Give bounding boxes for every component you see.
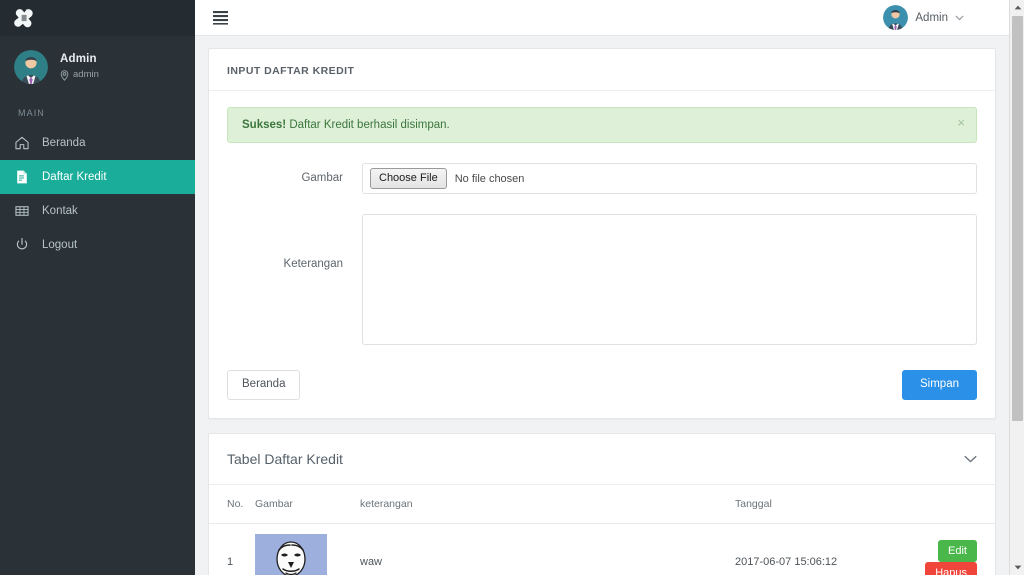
table-grid-icon — [15, 206, 29, 216]
table-row: 1 waw 2017-06-07 15:06:12 Edit Hapus — [209, 523, 995, 575]
sidebar-item-logout[interactable]: Logout — [0, 228, 195, 262]
page-title: INPUT DAFTAR KREDIT — [209, 49, 995, 91]
choose-file-button[interactable]: Choose File — [370, 168, 447, 189]
alert-strong-text: Sukses! — [242, 119, 287, 131]
main-content: INPUT DAFTAR KREDIT Sukses! Daftar Kredi… — [195, 36, 1009, 575]
success-alert: Sukses! Daftar Kredit berhasil disimpan.… — [227, 107, 977, 143]
alert-message: Daftar Kredit berhasil disimpan. — [289, 119, 450, 131]
menu-toggle-button[interactable] — [195, 10, 244, 25]
table-header-row: No. Gambar keterangan Tanggal — [209, 484, 995, 524]
form-actions: Beranda Simpan — [227, 370, 977, 400]
page-scrollbar[interactable] — [1009, 0, 1024, 575]
scroll-up-button[interactable] — [1010, 0, 1024, 15]
chevron-down-icon — [955, 15, 964, 20]
cell-tanggal: 2017-06-07 15:06:12 — [735, 523, 885, 575]
sidebar-profile[interactable]: Admin admin — [0, 36, 195, 98]
file-document-icon — [17, 170, 27, 184]
hamburger-icon — [213, 10, 228, 25]
scrollbar-thumb[interactable] — [1012, 16, 1023, 421]
s-logo-icon — [14, 9, 33, 28]
home-icon — [15, 136, 29, 150]
field-label-keterangan: Keterangan — [283, 258, 343, 270]
scroll-down-button[interactable] — [1010, 560, 1024, 575]
cell-gambar — [255, 523, 360, 575]
power-icon — [16, 238, 28, 250]
cell-no: 1 — [209, 523, 255, 575]
form-row-gambar: Gambar Choose File No file chosen — [227, 163, 977, 194]
sidebar-item-beranda[interactable]: Beranda — [0, 126, 195, 160]
sidebar-nav-heading: MAIN — [18, 108, 45, 118]
topbar-user-name: Admin — [915, 11, 948, 24]
column-header-gambar: Gambar — [255, 484, 360, 524]
sidebar-item-label: Kontak — [42, 205, 78, 217]
column-header-tanggal: Tanggal — [735, 484, 885, 524]
sidebar-item-kontak[interactable]: Kontak — [0, 194, 195, 228]
sidebar-item-daftar-kredit[interactable]: Daftar Kredit — [0, 160, 195, 194]
gambar-file-input[interactable]: Choose File No file chosen — [362, 163, 977, 194]
location-pin-icon — [60, 69, 69, 81]
table-panel: Tabel Daftar Kredit No. Gambar keteranga… — [208, 432, 996, 575]
daftar-kredit-table: No. Gambar keterangan Tanggal 1 waw 2017… — [209, 484, 995, 575]
topbar-user-menu[interactable]: Admin — [883, 5, 1009, 30]
table-collapse-button[interactable] — [964, 455, 977, 463]
input-form-panel: INPUT DAFTAR KREDIT Sukses! Daftar Kredi… — [208, 48, 996, 419]
sidebar-item-label: Logout — [42, 239, 78, 251]
sidebar-brand[interactable] — [0, 0, 195, 36]
user-avatar — [883, 5, 909, 30]
chevron-down-icon — [964, 455, 977, 463]
scroll-up-arrow-icon — [1014, 5, 1021, 10]
file-status-text: No file chosen — [454, 172, 525, 185]
sidebar-profile-role: admin — [60, 68, 99, 81]
sidebar-profile-role-label: admin — [73, 68, 99, 80]
sidebar-item-label: Daftar Kredit — [42, 171, 107, 183]
topbar: Admin — [195, 0, 1009, 36]
sidebar-item-label: Beranda — [42, 137, 86, 149]
app-root: Admin admin MAIN Beranda Daftar Kredit K… — [0, 0, 1024, 575]
edit-button[interactable]: Edit — [938, 540, 977, 563]
cell-actions: Edit Hapus — [885, 523, 995, 575]
column-header-no: No. — [209, 484, 255, 524]
simpan-button[interactable]: Simpan — [902, 370, 977, 400]
user-avatar — [14, 50, 48, 84]
field-label-gambar: Gambar — [301, 172, 343, 184]
sidebar-profile-name: Admin — [60, 53, 97, 66]
meme-face-thumbnail — [255, 533, 327, 575]
scroll-down-arrow-icon — [1014, 565, 1021, 570]
column-header-aksi — [885, 484, 995, 524]
keterangan-textarea[interactable] — [362, 214, 977, 345]
beranda-button[interactable]: Beranda — [227, 370, 301, 400]
alert-close-button[interactable]: × — [957, 116, 965, 129]
cell-keterangan: waw — [360, 523, 735, 575]
table-title: Tabel Daftar Kredit — [227, 450, 343, 467]
form-row-keterangan: Keterangan — [227, 214, 977, 350]
hapus-button[interactable]: Hapus — [925, 562, 977, 575]
column-header-keterangan: keterangan — [360, 484, 735, 524]
table-panel-header: Tabel Daftar Kredit — [209, 434, 995, 485]
sidebar: Admin admin MAIN Beranda Daftar Kredit K… — [0, 0, 195, 575]
